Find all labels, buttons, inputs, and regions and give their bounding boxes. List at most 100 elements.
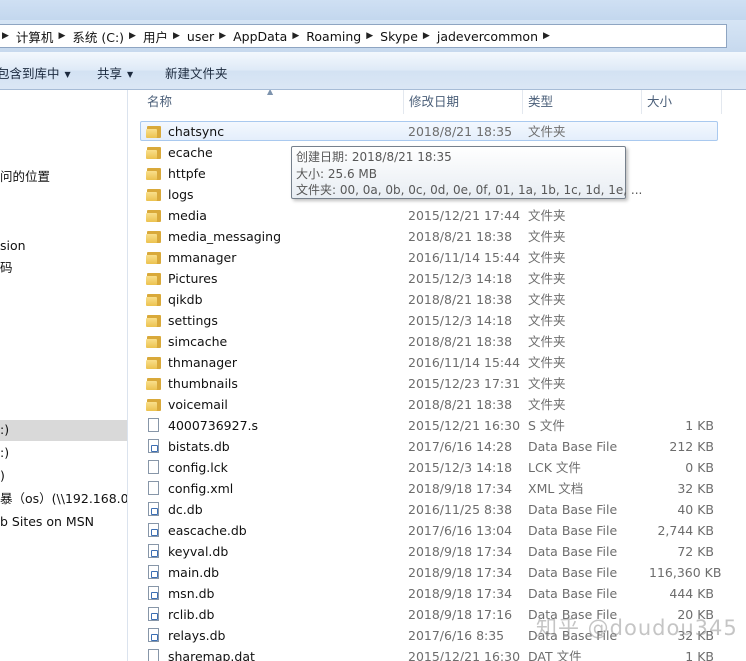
nav-item-code[interactable]: 码 (0, 258, 13, 278)
file-size: 212 KB (669, 439, 714, 454)
file-name: 4000736927.s (168, 418, 259, 433)
address-bar-area: ▶ 计算机 ▶ 系统 (C:) ▶ 用户 ▶ user ▶ AppData ▶ Roaming ▶ Sky… (0, 20, 746, 52)
breadcrumb-separator-icon[interactable]: ▶ (0, 31, 13, 41)
file-row[interactable]: qikdb 2018/8/21 18:38 文件夹 (129, 289, 746, 310)
breadcrumb-separator-icon[interactable]: ▶ (127, 31, 140, 41)
file-name: rclib.db (168, 607, 215, 622)
file-date: 2015/12/23 17:31 (408, 376, 521, 391)
folder-icon (146, 250, 162, 265)
file-row[interactable]: config.xml 2018/9/18 17:34 XML 文档 32 KB (129, 478, 746, 499)
breadcrumb-separator-icon[interactable]: ▶ (290, 31, 303, 41)
file-row[interactable]: 4000736927.s 2015/12/21 16:30 S 文件 1 KB (129, 415, 746, 436)
breadcrumb-item[interactable]: 计算机 (13, 27, 57, 46)
file-date: 2018/8/21 18:38 (408, 397, 513, 412)
file-row[interactable]: bistats.db 2017/6/16 14:28 Data Base File 2… (129, 436, 746, 457)
file-type: 文件夹 (528, 376, 566, 391)
breadcrumb-separator-icon[interactable]: ▶ (56, 31, 69, 41)
breadcrumb-item[interactable]: 系统 (C:) (69, 27, 127, 46)
column-header-type[interactable]: 类型 (523, 90, 642, 114)
folder-icon (146, 376, 162, 391)
file-name: ecache (168, 145, 213, 160)
file-size: 40 KB (677, 502, 714, 517)
file-row[interactable]: voicemail 2018/8/21 18:38 文件夹 (129, 394, 746, 415)
nav-item-web-sites-msn[interactable]: b Sites on MSN (0, 512, 94, 532)
file-date: 2018/8/21 18:35 (408, 124, 513, 139)
file-row[interactable]: media_messaging 2018/8/21 18:38 文件夹 (129, 226, 746, 247)
file-row[interactable]: thmanager 2016/11/14 15:44 文件夹 (129, 352, 746, 373)
file-size: 32 KB (677, 481, 714, 496)
file-type: Data Base File (528, 523, 618, 538)
database-file-icon (146, 439, 162, 454)
file-type: 文件夹 (528, 292, 566, 307)
new-folder-button[interactable]: 新建文件夹 (165, 63, 228, 82)
file-name: logs (168, 187, 194, 202)
folder-icon (146, 271, 162, 286)
nav-item-recent-places[interactable]: 问的位置 (0, 167, 50, 187)
file-size: 1 KB (685, 418, 714, 433)
file-row[interactable]: keyval.db 2018/9/18 17:34 Data Base File 72… (129, 541, 746, 562)
command-toolbar: 包含到库中 ▼ 共享 ▼ 新建文件夹 (0, 52, 746, 90)
nav-item-drive-selected[interactable]: :) (0, 420, 9, 440)
file-row[interactable]: simcache 2018/8/21 18:38 文件夹 (129, 331, 746, 352)
sort-ascending-icon: ▲ (267, 90, 274, 96)
column-header-date[interactable]: 修改日期 (404, 90, 523, 114)
breadcrumb-item[interactable]: AppData (230, 29, 290, 44)
breadcrumb-separator-icon[interactable]: ▶ (541, 31, 554, 41)
file-icon (146, 460, 162, 475)
breadcrumb-item[interactable]: 用户 (140, 27, 171, 46)
nav-item-version[interactable]: sion (0, 236, 26, 256)
breadcrumb-item[interactable]: Roaming (303, 29, 364, 44)
file-type: 文件夹 (528, 229, 566, 244)
file-row[interactable]: main.db 2018/9/18 17:34 Data Base File 116,… (129, 562, 746, 583)
file-type: S 文件 (528, 418, 565, 433)
file-row[interactable]: Pictures 2015/12/3 14:18 文件夹 (129, 268, 746, 289)
file-row[interactable]: thumbnails 2015/12/23 17:31 文件夹 (129, 373, 746, 394)
breadcrumb-separator-icon[interactable]: ▶ (217, 31, 230, 41)
file-icon (146, 649, 162, 661)
breadcrumb-separator-icon[interactable]: ▶ (421, 31, 434, 41)
file-row[interactable]: media 2015/12/21 17:44 文件夹 (129, 205, 746, 226)
breadcrumb-separator-icon[interactable]: ▶ (364, 31, 377, 41)
file-type: Data Base File (528, 565, 618, 580)
column-header-size[interactable]: 大小 (642, 90, 722, 114)
file-size: 116,360 KB (649, 565, 722, 580)
new-folder-label: 新建文件夹 (165, 66, 228, 81)
file-row[interactable]: mmanager 2016/11/14 15:44 文件夹 (129, 247, 746, 268)
nav-item-drive[interactable]: :) (0, 443, 9, 463)
breadcrumb-item[interactable]: Skype (377, 29, 421, 44)
include-in-library-button[interactable]: 包含到库中 ▼ (0, 63, 71, 82)
file-row[interactable]: dc.db 2016/11/25 8:38 Data Base File 40 KB (129, 499, 746, 520)
navigation-pane: 问的位置 sion 码 :) :) ) 暴（os）(\\192.168.0.2)… (0, 90, 128, 661)
share-button[interactable]: 共享 ▼ (97, 63, 133, 82)
file-date: 2015/12/3 14:18 (408, 460, 513, 475)
file-row[interactable]: chatsync 2018/8/21 18:35 文件夹 (129, 121, 746, 142)
file-row[interactable]: sharemap.dat 2015/12/21 16:30 DAT 文件 1 KB (129, 646, 746, 661)
file-date: 2017/6/16 14:28 (408, 439, 513, 454)
file-name: config.lck (168, 460, 228, 475)
address-bar[interactable]: ▶ 计算机 ▶ 系统 (C:) ▶ 用户 ▶ user ▶ AppData ▶ Roaming ▶ Sky… (0, 24, 727, 48)
file-type: Data Base File (528, 586, 618, 601)
breadcrumb-separator-icon[interactable]: ▶ (171, 31, 184, 41)
file-type: 文件夹 (528, 355, 566, 370)
file-row[interactable]: settings 2015/12/3 14:18 文件夹 (129, 310, 746, 331)
file-type: XML 文档 (528, 481, 584, 496)
breadcrumb-item[interactable]: jadevercommon (434, 29, 541, 44)
file-type: 文件夹 (528, 250, 566, 265)
dropdown-arrow-icon: ▼ (127, 70, 134, 79)
folder-icon (146, 145, 162, 160)
nav-item-drive-2[interactable]: ) (0, 466, 5, 486)
file-row[interactable]: eascache.db 2017/6/16 13:04 Data Base File… (129, 520, 746, 541)
file-name: mmanager (168, 250, 237, 265)
share-label: 共享 (97, 66, 123, 81)
file-type: Data Base File (528, 439, 618, 454)
breadcrumb-item[interactable]: user (184, 29, 217, 44)
file-type: Data Base File (528, 544, 618, 559)
folder-tooltip: 创建日期: 2018/8/21 18:35 大小: 25.6 MB 文件夹: 0… (291, 146, 642, 199)
file-name: dc.db (168, 502, 203, 517)
file-name: thmanager (168, 355, 238, 370)
nav-item-network-share[interactable]: 暴（os）(\\192.168.0.2) (0, 489, 127, 509)
file-date: 2018/9/18 17:34 (408, 565, 513, 580)
file-date: 2015/12/21 16:30 (408, 649, 521, 661)
file-row[interactable]: config.lck 2015/12/3 14:18 LCK 文件 0 KB (129, 457, 746, 478)
file-row[interactable]: msn.db 2018/9/18 17:34 Data Base File 444 K… (129, 583, 746, 604)
